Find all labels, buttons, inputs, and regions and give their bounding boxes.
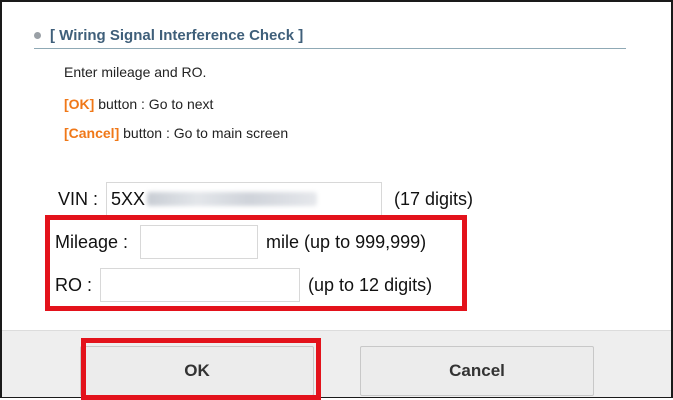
vin-field: 5XX <box>106 182 383 216</box>
cancel-hint-text: button : Go to main screen <box>119 125 289 141</box>
vin-redacted <box>147 192 318 206</box>
vin-label: VIN : <box>58 188 99 209</box>
cancel-hint-line: [Cancel] button : Go to main screen <box>64 125 288 141</box>
ro-row: RO : (up to 12 digits) <box>55 267 432 303</box>
vin-hint: (17 digits) <box>394 188 474 209</box>
cancel-hint-key: [Cancel] <box>64 125 120 141</box>
ro-label: RO : <box>55 274 93 295</box>
cancel-button[interactable]: Cancel <box>360 346 594 396</box>
ro-hint: (up to 12 digits) <box>308 274 433 295</box>
ok-hint-key: [OK] <box>64 96 95 112</box>
ok-hint-line: [OK] button : Go to next <box>64 96 213 112</box>
vin-row: VIN : 5XX (17 digits) <box>58 182 473 216</box>
button-bar: OK Cancel <box>2 330 671 397</box>
ok-hint-text: button : Go to next <box>94 96 214 112</box>
mileage-input[interactable] <box>140 225 259 259</box>
section-header: [ Wiring Signal Interference Check ] <box>34 22 626 49</box>
bullet-icon <box>34 31 41 39</box>
mileage-label: Mileage : <box>55 231 129 252</box>
instruction-text: Enter mileage and RO. <box>64 64 207 80</box>
section-title: [ Wiring Signal Interference Check ] <box>50 26 304 44</box>
ok-button[interactable]: OK <box>80 346 314 396</box>
ro-input[interactable] <box>100 268 301 302</box>
mileage-hint: mile (up to 999,999) <box>266 231 427 252</box>
mileage-row: Mileage : mile (up to 999,999) <box>55 224 426 260</box>
vin-value-prefix: 5XX <box>111 188 146 209</box>
